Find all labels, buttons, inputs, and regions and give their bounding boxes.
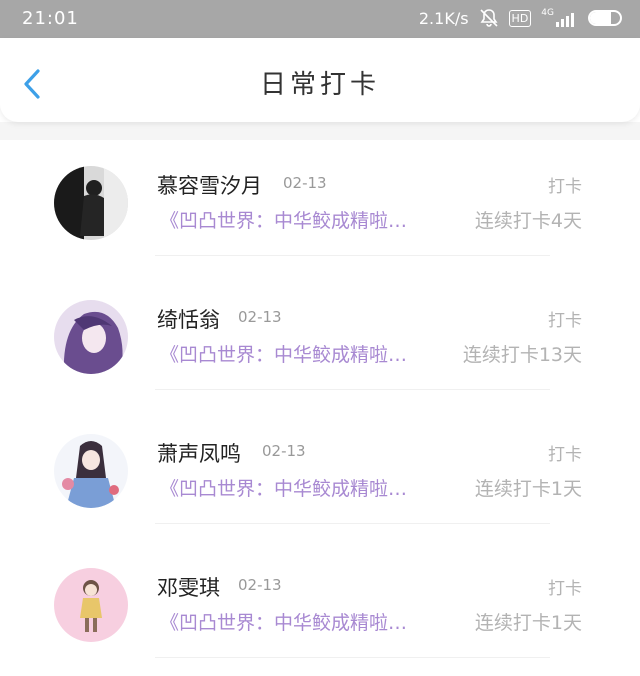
- divider: [155, 255, 550, 256]
- book-link[interactable]: 《凹凸世界：中华鲛成精啦…: [160, 474, 407, 501]
- checkin-button[interactable]: 打卡: [548, 440, 582, 465]
- status-bar: 21:01 2.1K/s HD 4G: [0, 0, 640, 38]
- checkin-date: 02-13: [238, 308, 282, 326]
- checkin-date: 02-13: [262, 442, 306, 460]
- checkin-button[interactable]: 打卡: [548, 172, 582, 197]
- list-item[interactable]: 邓雯琪 02-13 打卡 《凹凸世界：中华鲛成精啦… 连续打卡1天: [0, 542, 640, 676]
- checkin-button[interactable]: 打卡: [548, 574, 582, 599]
- page-title: 日常打卡: [259, 70, 380, 100]
- battery-icon: [588, 10, 622, 26]
- avatar[interactable]: [54, 166, 128, 240]
- book-link[interactable]: 《凹凸世界：中华鲛成精啦…: [160, 206, 407, 233]
- status-icons: 2.1K/s HD 4G: [419, 8, 622, 28]
- divider: [155, 523, 550, 524]
- network-type: 4G: [541, 8, 554, 18]
- user-name: 邓雯琪: [157, 576, 220, 600]
- avatar[interactable]: [54, 568, 128, 642]
- book-link[interactable]: 《凹凸世界：中华鲛成精啦…: [160, 608, 407, 635]
- divider: [155, 389, 550, 390]
- battery-level: [590, 12, 611, 24]
- checkin-button[interactable]: 打卡: [548, 306, 582, 331]
- avatar[interactable]: [54, 434, 128, 508]
- bell-muted-icon: [479, 8, 499, 28]
- checkin-date: 02-13: [283, 174, 327, 192]
- book-link[interactable]: 《凹凸世界：中华鲛成精啦…: [160, 340, 407, 367]
- checkin-list: 慕容雪汐月 02-13 打卡 《凹凸世界：中华鲛成精啦… 连续打卡4天 绮恬翁 …: [0, 140, 640, 676]
- list-item[interactable]: 绮恬翁 02-13 打卡 《凹凸世界：中华鲛成精啦… 连续打卡13天: [0, 274, 640, 408]
- list-item[interactable]: 慕容雪汐月 02-13 打卡 《凹凸世界：中华鲛成精啦… 连续打卡4天: [0, 140, 640, 274]
- network-speed: 2.1K/s: [418, 8, 469, 28]
- streak-count: 连续打卡1天: [474, 478, 582, 500]
- header: 日常打卡: [0, 38, 640, 122]
- checkin-date: 02-13: [238, 576, 282, 594]
- hd-icon: HD: [508, 9, 532, 27]
- list-item[interactable]: 萧声凤鸣 02-13 打卡 《凹凸世界：中华鲛成精啦… 连续打卡1天: [0, 408, 640, 542]
- status-time: 21:01: [22, 8, 79, 29]
- user-name: 慕容雪汐月: [157, 174, 262, 198]
- streak-count: 连续打卡1天: [474, 612, 582, 634]
- signal-icon: 4G: [541, 9, 578, 27]
- divider: [155, 657, 550, 658]
- user-name: 绮恬翁: [157, 308, 220, 332]
- user-name: 萧声凤鸣: [157, 442, 241, 466]
- avatar[interactable]: [54, 300, 128, 374]
- streak-count: 连续打卡4天: [474, 210, 582, 232]
- streak-count: 连续打卡13天: [462, 344, 582, 366]
